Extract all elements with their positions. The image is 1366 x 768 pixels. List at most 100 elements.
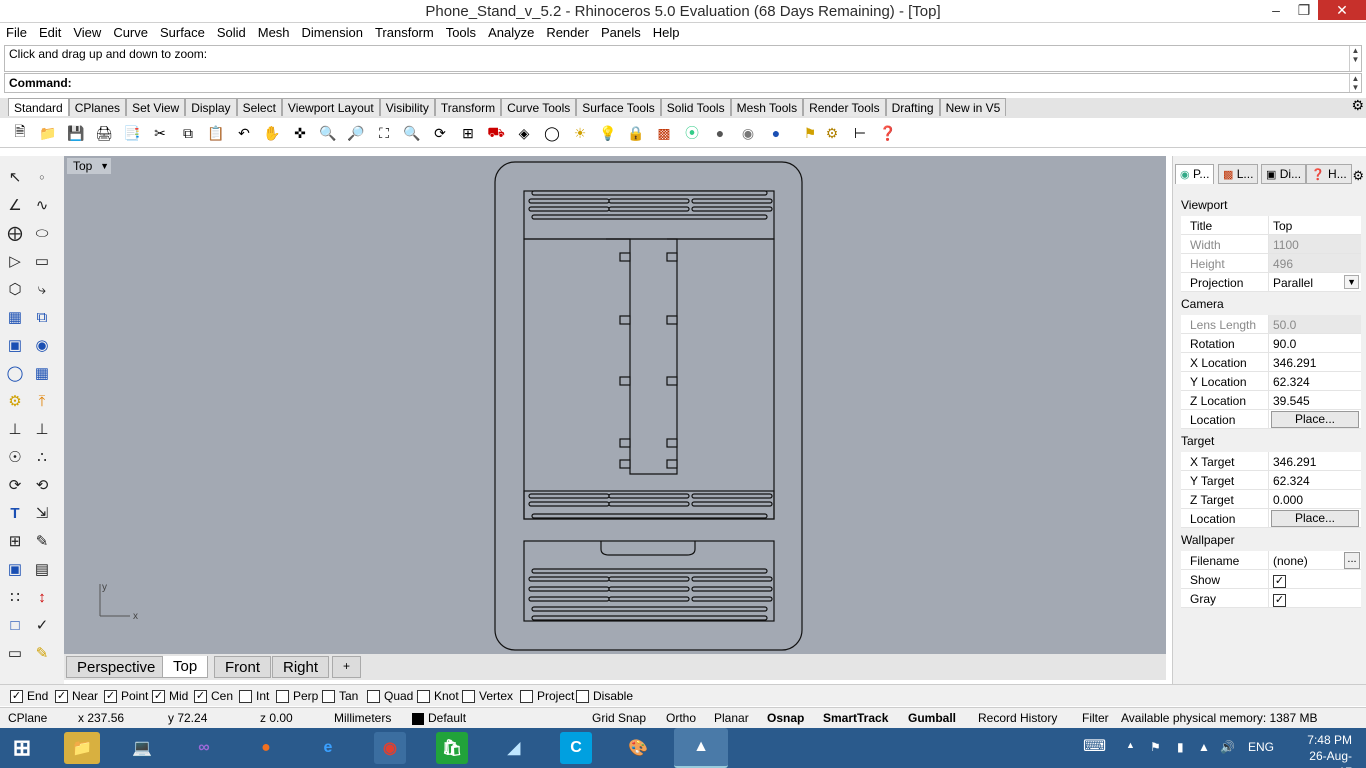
circle-icon[interactable]: ◯ [541,122,563,144]
osnap-cen-checkbox[interactable]: ✓ [194,689,207,703]
command-history[interactable]: Click and drag up and down to zoom: ▲ ▼ [4,45,1362,72]
show-checkbox[interactable]: ✓ [1273,575,1286,588]
status-gumball[interactable]: Gumball [908,711,956,725]
projection-dropdown-icon[interactable]: ▼ [1344,275,1359,289]
osnap-cen[interactable]: ✓ Cen [194,689,233,703]
menu-curve[interactable]: Curve [107,23,154,43]
select-arrow-icon[interactable]: ↖ [3,165,27,189]
rectangle-icon[interactable]: ▭ [30,249,54,273]
osnap-project-checkbox[interactable] [520,689,533,703]
y-target-field[interactable]: 62.324 [1269,471,1361,490]
loft-icon[interactable]: ⧉ [30,305,54,329]
boolean-icon[interactable]: ◉ [30,333,54,357]
analyze-icon[interactable]: □ [3,613,27,637]
settings-icon[interactable]: ⚙ [821,122,843,144]
osnap-tan-checkbox[interactable] [322,689,335,703]
menu-tools[interactable]: Tools [440,23,482,43]
ellipse-icon[interactable]: ⬭ [30,221,54,245]
menu-edit[interactable]: Edit [33,23,67,43]
language-indicator[interactable]: ENG [1248,740,1274,754]
x-location-field[interactable]: 346.291 [1269,353,1361,372]
osnap-near-checkbox[interactable]: ✓ [55,689,68,703]
import-icon[interactable]: 📑 [121,122,143,144]
tab-solid-tools[interactable]: Solid Tools [660,98,731,116]
status-osnap[interactable]: Osnap [767,711,804,725]
file-explorer-icon[interactable]: 📁 [64,732,100,764]
osnap-mid[interactable]: ✓ Mid [152,689,188,703]
four-viewports-icon[interactable]: ⊞ [457,122,479,144]
ccleaner-icon[interactable]: C [560,732,592,764]
rotate-3d-icon[interactable]: ⟲ [30,473,54,497]
paint-icon[interactable]: ✎ [30,641,54,665]
keyboard-icon[interactable]: ⌨ [1083,736,1106,756]
cylinder-icon[interactable]: ◯ [3,361,27,385]
toolbar-settings-gear-icon[interactable]: ⚙ [1351,98,1364,112]
status-ortho[interactable]: Ortho [666,711,696,725]
cplane-icon[interactable]: ◈ [513,122,535,144]
cube-icon[interactable]: ▣ [3,557,27,581]
osnap-perp[interactable]: Perp [276,689,318,703]
rotate-icon[interactable]: ⟳ [429,122,451,144]
gumball-icon[interactable]: ⊢ [849,122,871,144]
command-line[interactable]: Command: ▲ ▼ [4,73,1362,93]
osnap-knot-checkbox[interactable] [417,689,430,703]
windows-start-icon[interactable]: ⊞ [6,732,38,764]
y-location-field[interactable]: 62.324 [1269,372,1361,391]
circle-tool-icon[interactable]: ⨁ [3,221,27,245]
network-flag-icon[interactable]: ⚑ [1150,740,1161,754]
drafting-icon[interactable]: ▭ [3,641,27,665]
tab-transform[interactable]: Transform [434,98,502,116]
tab-layers[interactable]: ▩ L... [1218,164,1259,184]
osnap-point-checkbox[interactable]: ✓ [104,689,117,703]
osnap-quad-checkbox[interactable] [367,689,380,703]
tab-front[interactable]: Front [214,656,272,678]
osnap-vertex-checkbox[interactable] [462,689,475,703]
mesh-icon[interactable]: ▦ [30,361,54,385]
rotate-tool-icon[interactable]: ⟳ [3,473,27,497]
color-wheel-icon[interactable]: ⦿ [681,122,703,144]
menu-analyze[interactable]: Analyze [482,23,540,43]
tab-new-in-v5[interactable]: New in V5 [939,98,1007,116]
clock[interactable]: 7:48 PM 26-Aug-17 [1298,732,1352,768]
dimension-icon[interactable]: ⇲ [30,501,54,525]
tab-display[interactable]: Display [185,98,237,116]
command-line-scrollbar[interactable]: ▲ ▼ [1349,74,1361,92]
menu-render[interactable]: Render [540,23,595,43]
copy-icon[interactable]: ⧉ [177,122,199,144]
distance-icon[interactable]: ↕ [30,585,54,609]
rotate-view-icon[interactable]: ✜ [289,122,311,144]
internet-explorer-icon[interactable]: e [312,732,344,764]
status-cplane[interactable]: CPlane [8,711,47,725]
sphere-icon[interactable]: ● [765,122,787,144]
fillet-curve-icon[interactable]: ⤷ [30,277,54,301]
menu-file[interactable]: File [0,23,33,43]
tab-help[interactable]: ❓ H... [1306,164,1352,184]
ungroup-icon[interactable]: ∴ [30,445,54,469]
osnap-knot[interactable]: Knot [417,689,459,703]
tab-render-tools[interactable]: Render Tools [803,98,886,116]
print-icon[interactable]: 🖨 [93,122,115,144]
viewport-title[interactable]: Top ▼ [67,158,111,174]
panel-settings-gear-icon[interactable]: ⚙ [1352,168,1364,184]
tab-surface-tools[interactable]: Surface Tools [576,98,661,116]
osnap-vertex[interactable]: Vertex [462,689,513,703]
tab-drafting[interactable]: Drafting [885,98,940,116]
pan-hand-icon[interactable]: ✋ [261,122,283,144]
tab-perspective[interactable]: Perspective [66,656,167,678]
menu-help[interactable]: Help [647,23,686,43]
battery-icon[interactable]: ▮ [1177,740,1184,754]
zoom-extents-icon[interactable]: ⛶ [373,122,395,144]
tab-curve-tools[interactable]: Curve Tools [501,98,577,116]
render-icon[interactable]: ⚑ [799,122,821,144]
ruler-icon[interactable]: ▤ [30,557,54,581]
restore-button[interactable]: ❐ [1290,0,1318,20]
osnap-end[interactable]: ✓ End [10,689,48,703]
computer-icon[interactable]: 💻 [126,732,158,764]
polygon-icon[interactable]: ⬡ [3,277,27,301]
status-layer[interactable]: Default [428,711,466,725]
check-icon[interactable]: ✓ [30,613,54,637]
menu-solid[interactable]: Solid [211,23,252,43]
tab-select[interactable]: Select [236,98,282,116]
menu-mesh[interactable]: Mesh [252,23,296,43]
point-icon[interactable]: ○ [30,165,54,189]
